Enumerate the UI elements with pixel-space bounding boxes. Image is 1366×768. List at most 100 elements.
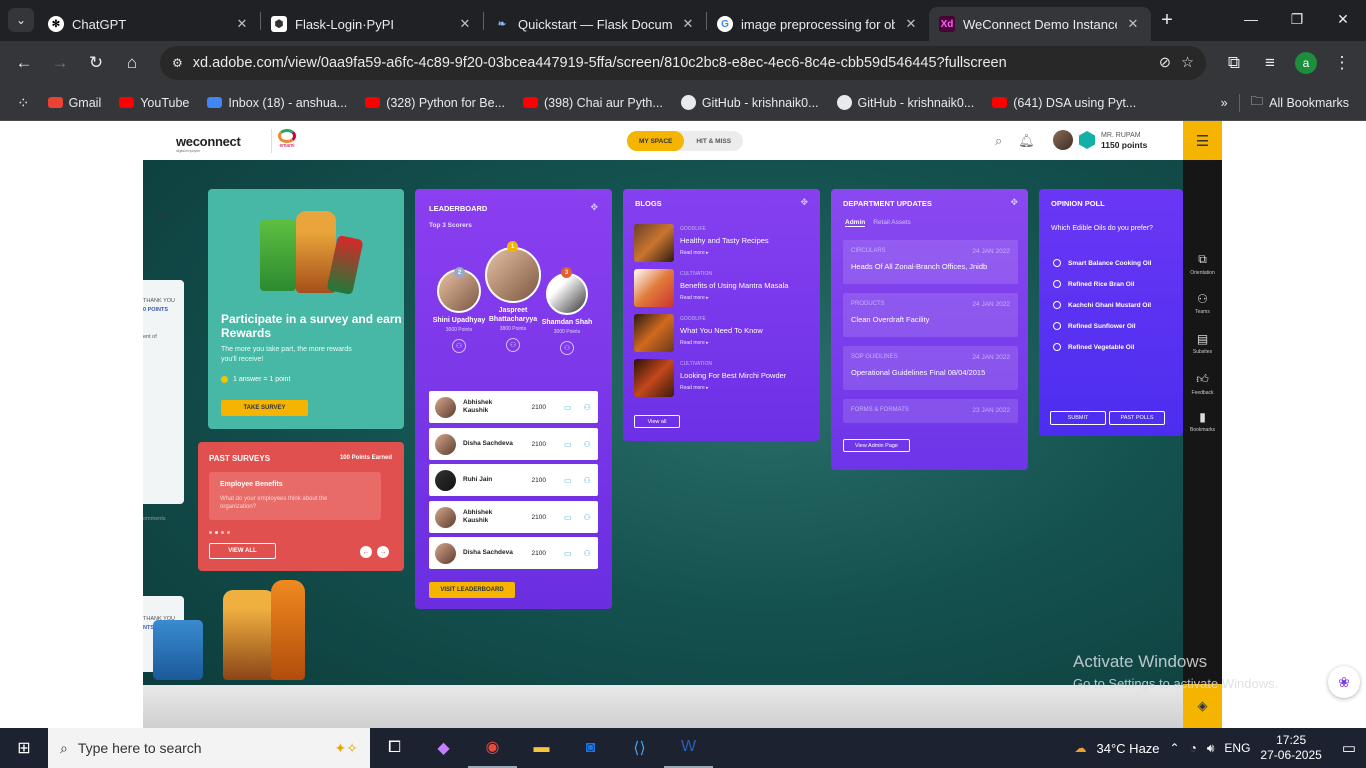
past-polls-button[interactable]: PAST POLLS: [1109, 411, 1165, 425]
tab-search-button[interactable]: ⌄: [8, 8, 34, 32]
profile-button[interactable]: a: [1290, 47, 1322, 79]
extensions-icon[interactable]: ⧉: [1218, 47, 1250, 79]
bookmarks-link[interactable]: ▮ Bookmarks: [1183, 410, 1222, 433]
tab-weconnect[interactable]: Xd WeConnect Demo Instance ✕: [929, 7, 1151, 41]
message-icon[interactable]: ▭: [564, 513, 572, 522]
user-menu[interactable]: MR. RUPAM 1150 points: [1053, 130, 1147, 150]
teams-link[interactable]: ⚇ Teams: [1183, 292, 1222, 315]
update-item[interactable]: PRODUCTS 24 JAN 2022 Clean Overdraft Facil…: [843, 293, 1018, 337]
next-arrow-icon[interactable]: →: [377, 546, 389, 558]
table-row[interactable]: Disha Sachdeva 2100 ▭ ⚇: [429, 428, 598, 460]
more-options-icon[interactable]: •••: [157, 210, 168, 221]
network-icon[interactable]: ◔: [1190, 741, 1197, 755]
blog-post[interactable]: CULTIVATION Benefits of Using Mantra Masa…: [634, 269, 788, 307]
chevron-up-icon[interactable]: ⌃: [1170, 741, 1180, 755]
message-icon[interactable]: ▭: [564, 440, 572, 449]
profile-icon[interactable]: ⚇: [584, 549, 591, 558]
prev-arrow-icon[interactable]: ←: [360, 546, 372, 558]
address-bar[interactable]: ⚙ xd.adobe.com/view/0aa9fa59-a6fc-4c89-9…: [160, 46, 1206, 80]
my-space-tab[interactable]: MY SPACE: [627, 131, 685, 151]
take-survey-button[interactable]: TAKE SURVEY: [221, 400, 308, 416]
bookmark-python[interactable]: (328) Python for Be...: [358, 96, 512, 110]
tab-retail-assets[interactable]: Retail Assets: [873, 219, 911, 227]
bell-icon[interactable]: 🔔︎: [1018, 133, 1035, 149]
update-item[interactable]: FORMS & FORMATS 23 JAN 2022: [843, 399, 1018, 423]
table-row[interactable]: Abhishek Kaushik 2100 ▭ ⚇: [429, 391, 598, 423]
bookmark-youtube[interactable]: YouTube: [112, 96, 196, 110]
message-icon[interactable]: ▭: [564, 403, 572, 412]
vscode-icon[interactable]: ⟨⟩: [615, 728, 664, 768]
visit-leaderboard-button[interactable]: VISIT LEADERBOARD: [429, 582, 515, 598]
taskbar-search[interactable]: ⌕ Type here to search ✦✧: [48, 728, 370, 768]
bookmark-inbox[interactable]: Inbox (18) - anshua...: [200, 96, 354, 110]
file-explorer-icon[interactable]: ▬: [517, 728, 566, 768]
close-tab-icon[interactable]: ✕: [680, 16, 696, 32]
update-item[interactable]: CIRCULARS 24 JAN 2022 Heads Of All Zonal-B…: [843, 240, 1018, 284]
expand-icon[interactable]: ✥: [590, 202, 598, 213]
all-bookmarks[interactable]: 🗀 All Bookmarks: [1244, 92, 1356, 113]
top-scorer-3[interactable]: Shamdan Shah 3000 Points ⚇: [532, 273, 602, 355]
tab-chatgpt[interactable]: ✻ ChatGPT ✕: [38, 7, 260, 41]
notification-icon[interactable]: ▭: [1342, 739, 1356, 757]
view-all-blogs-button[interactable]: View all: [634, 415, 680, 428]
outlook-icon[interactable]: ◙: [566, 728, 615, 768]
read-more-link[interactable]: Read more ▸: [680, 340, 763, 346]
site-info-icon[interactable]: ⚙: [172, 56, 183, 70]
weconnect-logo[interactable]: weconnect digital employee: [176, 134, 241, 153]
copilot-taskbar-icon[interactable]: ◆: [419, 728, 468, 768]
weather-text[interactable]: 34°C Haze: [1097, 741, 1160, 756]
reload-icon[interactable]: ↻: [80, 47, 112, 79]
subsites-link[interactable]: ▤ Subsites: [1183, 332, 1222, 355]
clock[interactable]: 17:25 27-06-2025: [1260, 733, 1321, 763]
volume-icon[interactable]: 🔊︎: [1207, 741, 1215, 756]
word-icon[interactable]: W: [664, 728, 713, 768]
new-tab-button[interactable]: +: [1151, 9, 1183, 32]
restore-icon[interactable]: ❐: [1274, 0, 1320, 38]
tab-flask-login[interactable]: ⬢ Flask-Login·PyPI ✕: [261, 7, 483, 41]
media-icon[interactable]: ≡: [1254, 47, 1286, 79]
close-tab-icon[interactable]: ✕: [1125, 16, 1141, 32]
back-icon[interactable]: ←: [8, 47, 40, 79]
close-tab-icon[interactable]: ✕: [457, 16, 473, 32]
profile-icon[interactable]: ⚇: [584, 403, 591, 412]
home-icon[interactable]: ⌂: [116, 47, 148, 79]
tab-google-search[interactable]: G image preprocessing for obj ✕: [707, 7, 929, 41]
poll-option[interactable]: Refined Rice Bran Oil: [1053, 280, 1134, 288]
close-tab-icon[interactable]: ✕: [234, 16, 250, 32]
forward-icon[interactable]: →: [44, 47, 76, 79]
blog-post[interactable]: CULTIVATION Looking For Best Mirchi Powde…: [634, 359, 786, 397]
blog-post[interactable]: GOODLIFE Healthy and Tasty Recipes Read mo…: [634, 224, 769, 262]
feedback-link[interactable]: 👍︎ Feedback: [1183, 372, 1222, 396]
profile-icon[interactable]: ⚇: [584, 440, 591, 449]
table-row[interactable]: Disha Sachdeva 2100 ▭ ⚇: [429, 537, 598, 569]
tab-admin[interactable]: Admin: [845, 219, 866, 227]
table-row[interactable]: Ruhi Jain 2100 ▭ ⚇: [429, 464, 598, 496]
table-row[interactable]: Abhishek Kaushik 2100 ▭ ⚇: [429, 501, 598, 533]
tab-flask-quickstart[interactable]: ❧ Quickstart — Flask Documer ✕: [484, 7, 706, 41]
poll-option[interactable]: Kachchi Ghani Mustard Oil: [1053, 301, 1151, 309]
view-admin-page-button[interactable]: View Admin Page: [843, 439, 910, 452]
search-icon[interactable]: ⌕: [995, 133, 1002, 149]
close-window-icon[interactable]: ✕: [1320, 0, 1366, 38]
copilot-icon[interactable]: ❀: [1328, 666, 1360, 698]
bookmark-chai[interactable]: (398) Chai aur Pyth...: [516, 96, 670, 110]
language-indicator[interactable]: ENG: [1224, 741, 1250, 755]
minimize-icon[interactable]: —: [1228, 0, 1274, 38]
read-more-link[interactable]: Read more ▸: [680, 385, 786, 391]
blog-post[interactable]: GOODLIFE What You Need To Know Read more ▸: [634, 314, 763, 352]
submit-button[interactable]: SUBMIT: [1050, 411, 1106, 425]
read-more-link[interactable]: Read more ▸: [680, 250, 769, 256]
star-icon[interactable]: ☆: [1181, 55, 1194, 71]
bookmark-github-2[interactable]: GitHub - krishnaik0...: [830, 95, 982, 110]
bookmark-gmail[interactable]: Gmail: [41, 96, 109, 110]
read-more-link[interactable]: Read more ▸: [680, 295, 788, 301]
survey-item[interactable]: Employee Benefits What do your employees…: [209, 472, 381, 520]
more-bookmarks-icon[interactable]: »: [1214, 96, 1235, 110]
close-tab-icon[interactable]: ✕: [903, 16, 919, 32]
windows-start-icon[interactable]: ⊞: [0, 728, 48, 768]
profile-icon[interactable]: ⚇: [584, 513, 591, 522]
expand-icon[interactable]: ✥: [1010, 197, 1018, 208]
menu-icon[interactable]: ⋮: [1326, 47, 1358, 79]
view-all-button[interactable]: VIEW ALL: [209, 543, 276, 559]
apps-icon[interactable]: ⁘: [10, 94, 37, 112]
